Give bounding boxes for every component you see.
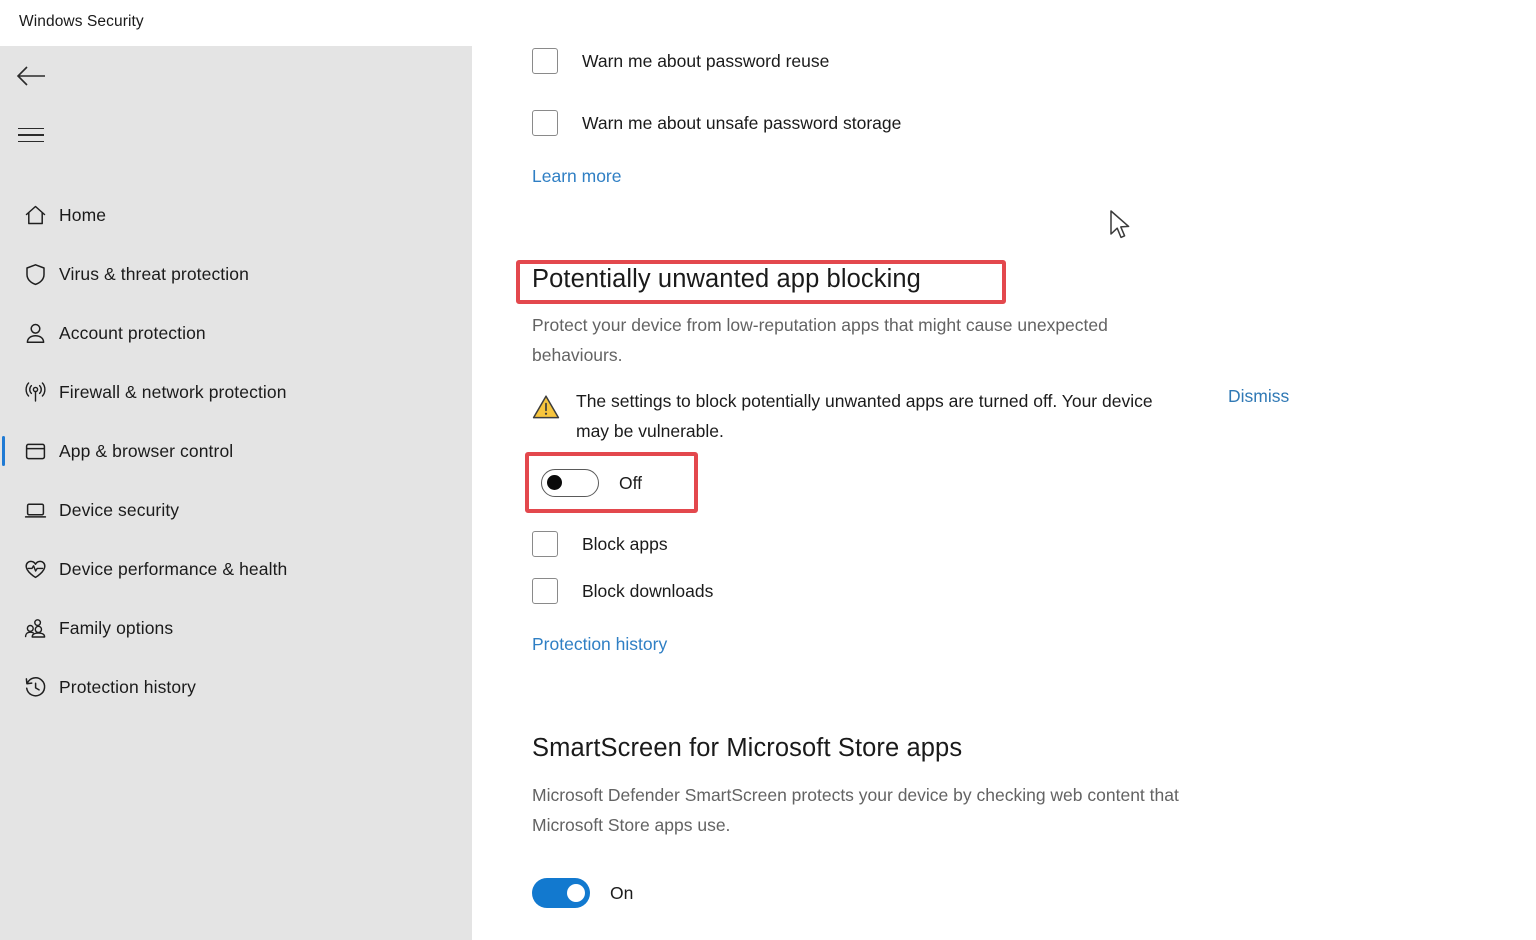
hamburger-menu-button[interactable] — [8, 115, 54, 155]
sidebar-item-device-performance-health[interactable]: Device performance & health — [0, 540, 472, 599]
sidebar-item-family-options[interactable]: Family options — [0, 599, 472, 658]
protection-history-link[interactable]: Protection history — [532, 634, 667, 655]
pua-warning-text: The settings to block potentially unwant… — [576, 391, 1153, 441]
toggle-knob — [547, 475, 562, 490]
smartscreen-toggle-state-label: On — [610, 882, 634, 903]
back-button[interactable] — [8, 56, 54, 96]
person-icon — [16, 319, 54, 349]
checkbox-warn-password-reuse[interactable] — [532, 48, 558, 74]
checkbox-block-apps[interactable] — [532, 531, 558, 557]
pua-section-description: Protect your device from low-reputation … — [532, 315, 1108, 365]
pua-blocking-toggle[interactable] — [541, 469, 599, 497]
sidebar-item-home[interactable]: Home — [0, 186, 472, 245]
sidebar-nav-list: Home Virus & threat protection Account p… — [0, 186, 472, 717]
laptop-icon — [16, 496, 54, 526]
sidebar-item-firewall-network-protection[interactable]: Firewall & network protection — [0, 363, 472, 422]
checkbox-label: Block apps — [582, 533, 668, 554]
toggle-knob — [567, 884, 585, 902]
warning-triangle-icon — [532, 395, 560, 419]
checkbox-row-warn-password-reuse[interactable]: Warn me about password reuse — [532, 48, 829, 74]
home-icon — [16, 201, 54, 231]
sidebar-item-label: Firewall & network protection — [59, 382, 287, 402]
checkbox-warn-unsafe-password-storage[interactable] — [532, 110, 558, 136]
dismiss-link[interactable]: Dismiss — [1228, 386, 1289, 407]
checkbox-row-block-apps[interactable]: Block apps — [532, 531, 668, 557]
back-arrow-icon — [16, 66, 45, 86]
sidebar-item-app-browser-control[interactable]: App & browser control — [0, 422, 472, 481]
pua-toggle-row[interactable]: Off — [541, 469, 642, 497]
sidebar-item-virus-threat-protection[interactable]: Virus & threat protection — [0, 245, 472, 304]
smartscreen-section-heading: SmartScreen for Microsoft Store apps — [532, 734, 963, 762]
pua-toggle-state-label: Off — [619, 472, 643, 493]
sidebar: Home Virus & threat protection Account p… — [0, 46, 472, 940]
sidebar-item-protection-history[interactable]: Protection history — [0, 658, 472, 717]
sidebar-item-label: Account protection — [59, 323, 206, 343]
sidebar-item-label: Device security — [59, 500, 180, 520]
sidebar-item-label: Family options — [59, 618, 174, 638]
mouse-cursor — [1110, 210, 1130, 239]
smartscreen-toggle-row[interactable]: On — [532, 878, 633, 908]
heart-pulse-icon — [16, 555, 54, 585]
main-content: Warn me about password reuse Warn me abo… — [472, 46, 1536, 940]
hamburger-icon — [18, 127, 44, 143]
history-clock-icon — [16, 673, 54, 703]
sidebar-item-label: Device performance & health — [59, 559, 288, 579]
window-title: Windows Security — [19, 13, 144, 30]
sidebar-item-label: App & browser control — [59, 441, 234, 461]
sidebar-item-label: Home — [59, 205, 107, 225]
checkbox-label: Warn me about unsafe password storage — [582, 112, 902, 133]
app-window-icon — [16, 437, 54, 467]
titlebar: Windows Security — [0, 0, 1536, 46]
smartscreen-toggle[interactable] — [532, 878, 590, 908]
people-icon — [16, 614, 54, 644]
sidebar-item-account-protection[interactable]: Account protection — [0, 304, 472, 363]
selection-indicator — [2, 436, 5, 466]
checkbox-label: Block downloads — [582, 580, 714, 601]
sidebar-item-label: Protection history — [59, 677, 196, 697]
pua-section-heading: Potentially unwanted app blocking — [532, 265, 921, 293]
broadcast-icon — [16, 378, 54, 408]
checkbox-label: Warn me about password reuse — [582, 50, 830, 71]
sidebar-item-label: Virus & threat protection — [59, 264, 249, 284]
learn-more-link[interactable]: Learn more — [532, 166, 622, 187]
shield-icon — [16, 260, 54, 290]
windows-security-window: Windows Security Home Virus & threat pro… — [0, 0, 1536, 940]
checkbox-row-block-downloads[interactable]: Block downloads — [532, 578, 713, 604]
smartscreen-section-description: Microsoft Defender SmartScreen protects … — [532, 785, 1179, 835]
checkbox-row-warn-unsafe-password-storage[interactable]: Warn me about unsafe password storage — [532, 110, 901, 136]
sidebar-item-device-security[interactable]: Device security — [0, 481, 472, 540]
checkbox-block-downloads[interactable] — [532, 578, 558, 604]
